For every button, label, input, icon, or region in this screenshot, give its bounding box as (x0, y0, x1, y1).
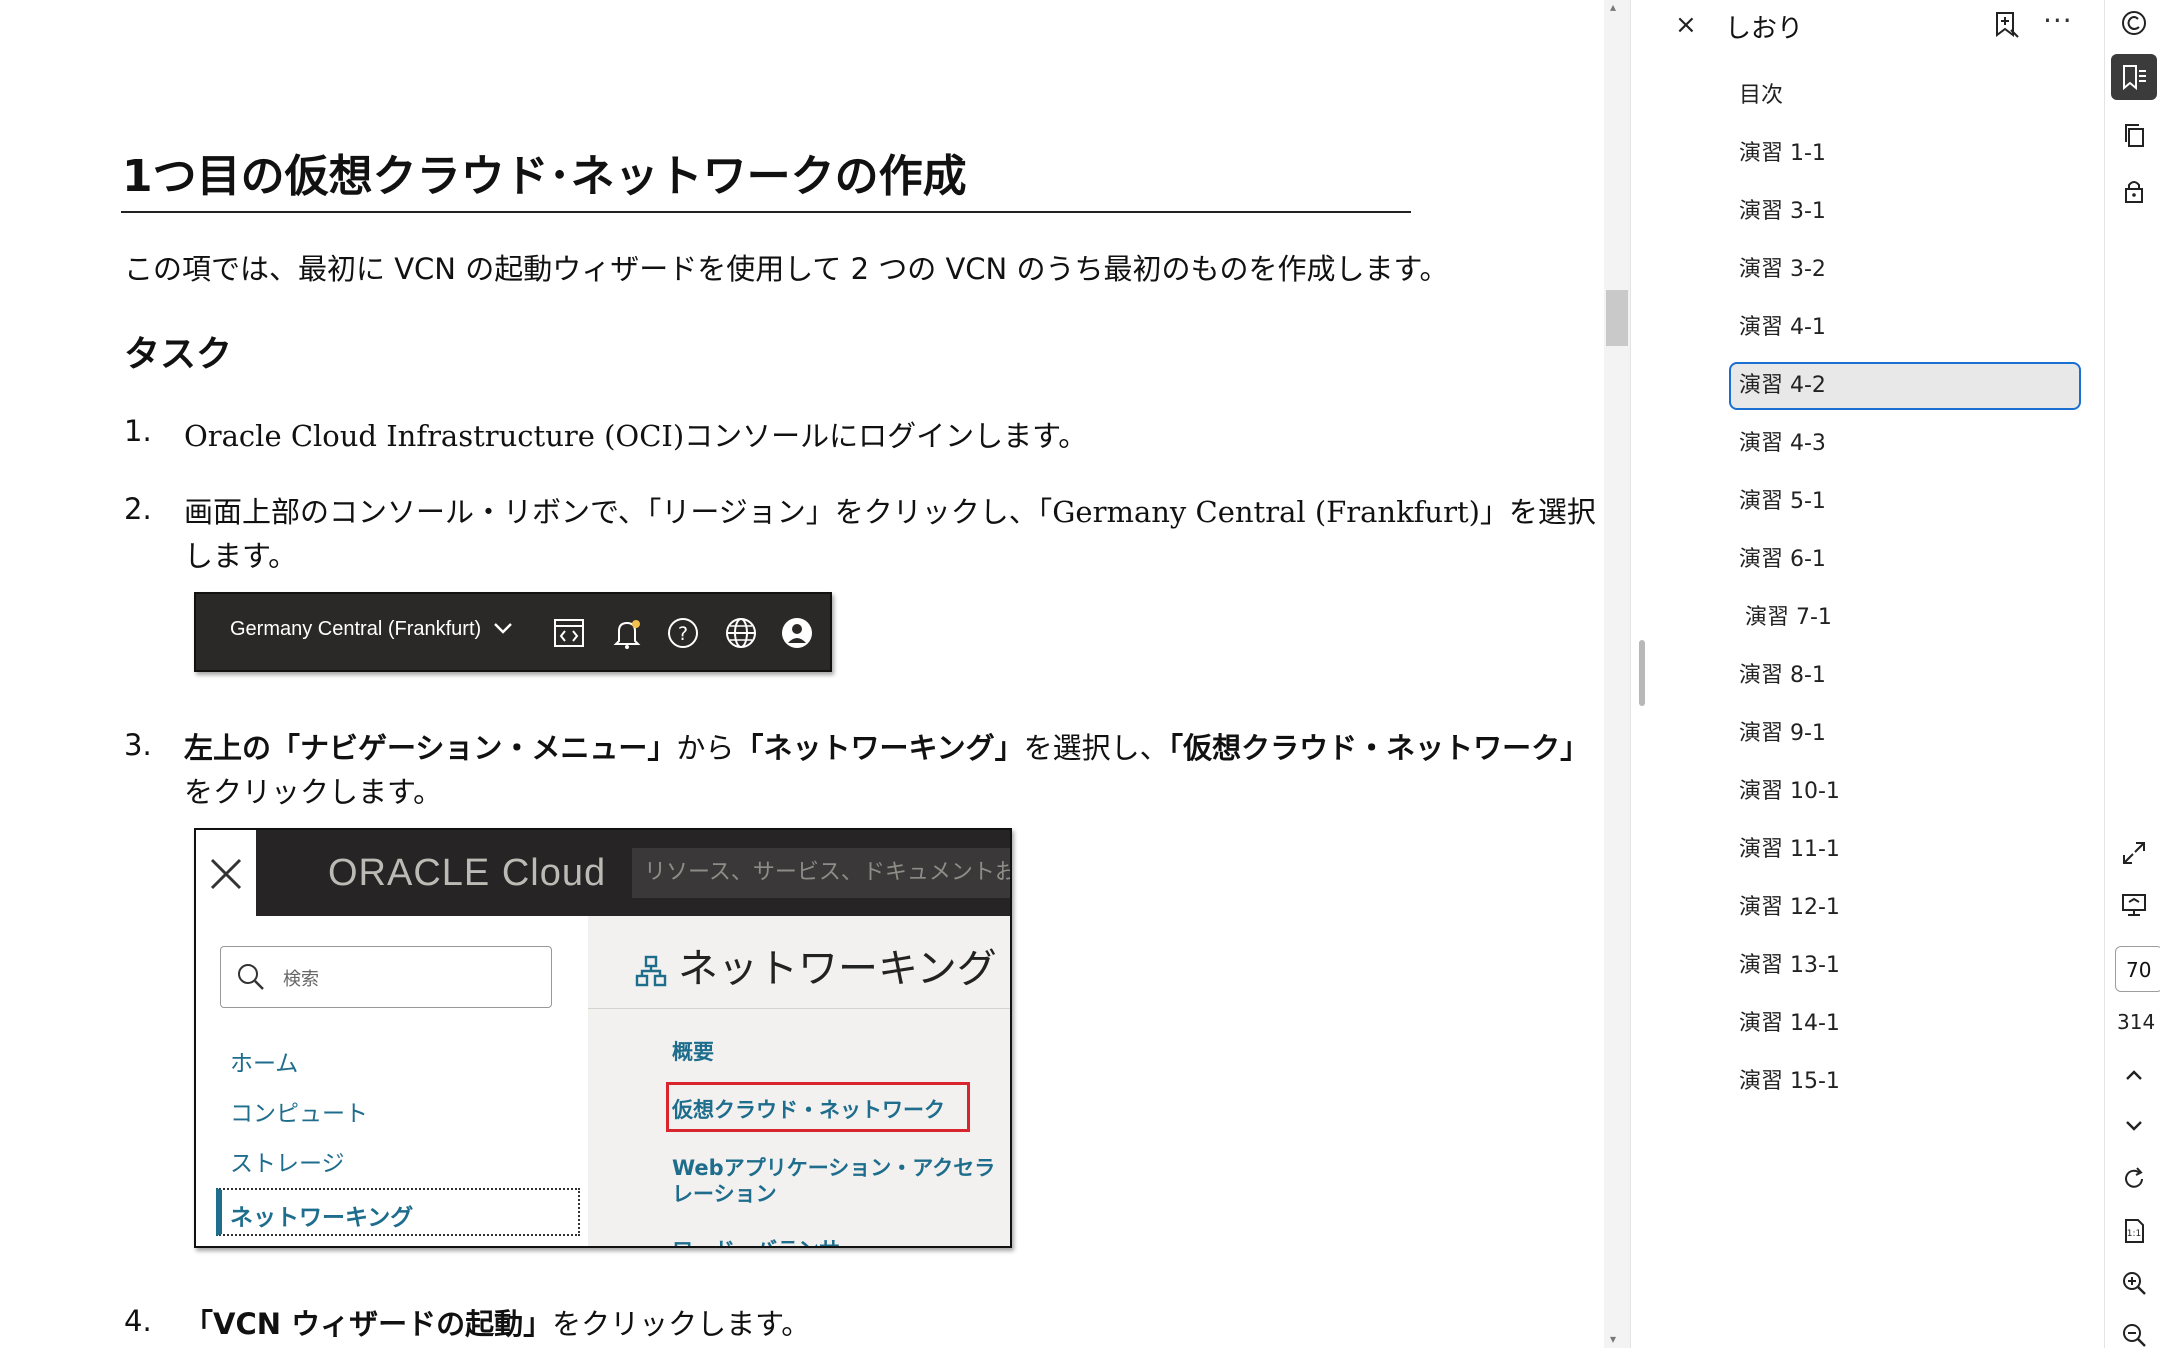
scrollbar-thumb[interactable] (1606, 290, 1628, 346)
previous-page-icon[interactable] (2111, 1052, 2157, 1098)
step-text-fragment: から (676, 731, 735, 765)
fit-page-icon[interactable]: 1:1 (2111, 1208, 2157, 1254)
region-label: Germany Central (Frankfurt) (230, 618, 482, 640)
nav-search-field: 検索 (220, 946, 552, 1008)
nav-link-home: ホーム (230, 1051, 299, 1077)
step-text: 画面上部のコンソール・リボンで、「リージョン」をクリックし、「Germany C… (184, 495, 1596, 529)
panel-title: しおり (1725, 14, 1804, 44)
zoom-in-icon[interactable] (2111, 1260, 2157, 1306)
intro-paragraph: この項では、最初に VCN の起動ウィザードを使用して 2 つの VCN のうち… (124, 252, 1449, 286)
step-text: をクリックします。 (184, 775, 443, 809)
networking-heading: ネットワーキング (678, 946, 997, 992)
heading-divider (588, 1008, 1010, 1009)
page-thumbnails-icon[interactable] (2111, 112, 2157, 158)
document-view[interactable]: 1つ目の仮想クラウド･ネットワークの作成 この項では、最初に VCN の起動ウィ… (0, 0, 1604, 1348)
next-page-icon[interactable] (2111, 1102, 2157, 1148)
bookmark-item[interactable]: 演習 1-1 (1729, 130, 2081, 178)
bell-icon (610, 616, 644, 650)
bookmark-item[interactable]: 演習 11-1 (1729, 826, 2081, 874)
bold-term: 左上の「ナビゲーション・メニュー」 (184, 731, 677, 765)
nav-right-pane: ネットワーキング 概要 仮想クラウド・ネットワーク Webアプリケーション・アク… (588, 916, 1010, 1246)
step-text-fragment: を選択し、 (1023, 731, 1169, 765)
scroll-up-arrow-icon[interactable]: ▴ (1610, 0, 1616, 14)
svg-text:?: ? (678, 623, 688, 645)
oracle-topbar: ORACLE Cloud リソース、サービス、ドキュメントおよびマ (256, 830, 1010, 916)
step-text-fragment: をクリックします。 (552, 1307, 811, 1341)
bookmark-item[interactable]: 演習 6-1 (1729, 536, 2081, 584)
step-number: 3. (124, 728, 152, 762)
code-editor-icon (552, 616, 586, 650)
bookmark-item[interactable]: 演習 12-1 (1729, 884, 2081, 932)
total-pages: 314 (2117, 1010, 2156, 1034)
add-bookmark-icon[interactable] (1991, 10, 2021, 40)
expand-icon[interactable] (2111, 830, 2157, 876)
region-selector: Germany Central (Frankfurt) (230, 618, 513, 641)
tool-rail: 70 314 1:1 (2104, 0, 2160, 1348)
svg-text:1:1: 1:1 (2127, 1229, 2141, 1239)
close-panel-button[interactable]: × (1675, 10, 1697, 40)
bookmark-item[interactable]: 演習 3-1 (1729, 188, 2081, 236)
bookmark-item[interactable]: 演習 13-1 (1729, 942, 2081, 990)
profile-icon (780, 616, 814, 650)
console-ribbon-image: Germany Central (Frankfurt) ? (194, 592, 832, 672)
close-icon (196, 830, 256, 916)
zoom-out-icon[interactable] (2111, 1312, 2157, 1358)
network-icon (634, 954, 668, 992)
nav-link-waa-cont: レーション (672, 1182, 777, 1206)
navigation-menu-image: ORACLE Cloud リソース、サービス、ドキュメントおよびマ 検索 ホーム… (194, 828, 1012, 1248)
bookmark-item[interactable]: 演習 15-1 (1729, 1058, 2081, 1106)
step-number: 2. (124, 492, 152, 526)
task-heading: タスク (124, 334, 233, 375)
bookmark-item[interactable]: 目次 (1729, 72, 2081, 120)
nav-link-overview: 概要 (672, 1040, 714, 1064)
search-placeholder: 検索 (283, 969, 319, 990)
bookmark-item[interactable]: 演習 7-1 (1729, 594, 2081, 642)
search-icon (235, 961, 267, 997)
bookmark-item[interactable]: 演習 4-1 (1729, 304, 2081, 352)
step-text: Oracle Cloud Infrastructure (OCI)コンソールにロ… (184, 419, 1088, 453)
bookmark-item-selected[interactable]: 演習 4-2 (1729, 362, 2081, 410)
more-options-button[interactable]: ··· (2043, 4, 2073, 37)
top-search-field: リソース、サービス、ドキュメントおよびマ (632, 848, 1010, 898)
nav-link-load-balancer: ロード・バランサ (672, 1234, 840, 1246)
presentation-icon[interactable] (2111, 882, 2157, 928)
bookmarks-panel: × しおり ··· 目次 演習 1-1 演習 3-1 演習 3-2 演習 4-1… (1630, 0, 2105, 1348)
section-title: 1つ目の仮想クラウド･ネットワークの作成 (122, 151, 967, 202)
current-page-input[interactable]: 70 (2115, 946, 2160, 992)
bookmarks-icon[interactable] (2111, 54, 2157, 100)
bold-term: 「ネットワーキング」 (734, 731, 1024, 765)
step-number: 1. (124, 414, 152, 448)
lock-icon[interactable] (2111, 168, 2157, 214)
rotate-icon[interactable] (2111, 1156, 2157, 1202)
globe-icon (724, 616, 758, 650)
step-number: 4. (124, 1304, 152, 1338)
panel-resize-handle[interactable] (1639, 640, 1645, 706)
nav-link-compute: コンピュート (230, 1101, 368, 1127)
title-underline (121, 211, 1411, 213)
nav-link-storage: ストレージ (230, 1151, 345, 1177)
oracle-logo: ORACLE Cloud (328, 852, 607, 894)
bold-term: 「仮想クラウド・ネットワーク」 (1168, 731, 1590, 765)
bookmark-item[interactable]: 演習 14-1 (1729, 1000, 2081, 1048)
chevron-down-icon (493, 618, 513, 641)
bold-term: 「VCN ウィザードの起動」 (184, 1307, 553, 1341)
bookmark-item[interactable]: 演習 5-1 (1729, 478, 2081, 526)
help-icon: ? (666, 616, 700, 650)
bookmark-item[interactable]: 演習 4-3 (1729, 420, 2081, 468)
step-text: 「VCN ウィザードの起動」をクリックします。 (184, 1302, 810, 1346)
ai-assistant-icon[interactable] (2111, 0, 2157, 46)
nav-link-vcn: 仮想クラウド・ネットワーク (672, 1098, 945, 1122)
bookmark-item[interactable]: 演習 10-1 (1729, 768, 2081, 816)
step-text: 左上の「ナビゲーション・メニュー」から「ネットワーキング」を選択し、「仮想クラウ… (184, 726, 1589, 770)
scroll-down-arrow-icon[interactable]: ▾ (1610, 1332, 1616, 1346)
step-text: します。 (184, 539, 298, 573)
bookmark-item[interactable]: 演習 9-1 (1729, 710, 2081, 758)
bookmark-item[interactable]: 演習 3-2 (1729, 246, 2081, 294)
document-scrollbar[interactable] (1604, 0, 1630, 1348)
nav-link-networking: ネットワーキング (230, 1205, 414, 1231)
bookmark-item[interactable]: 演習 8-1 (1729, 652, 2081, 700)
nav-left-pane: 検索 ホーム コンピュート ストレージ ネットワーキング (196, 916, 588, 1246)
